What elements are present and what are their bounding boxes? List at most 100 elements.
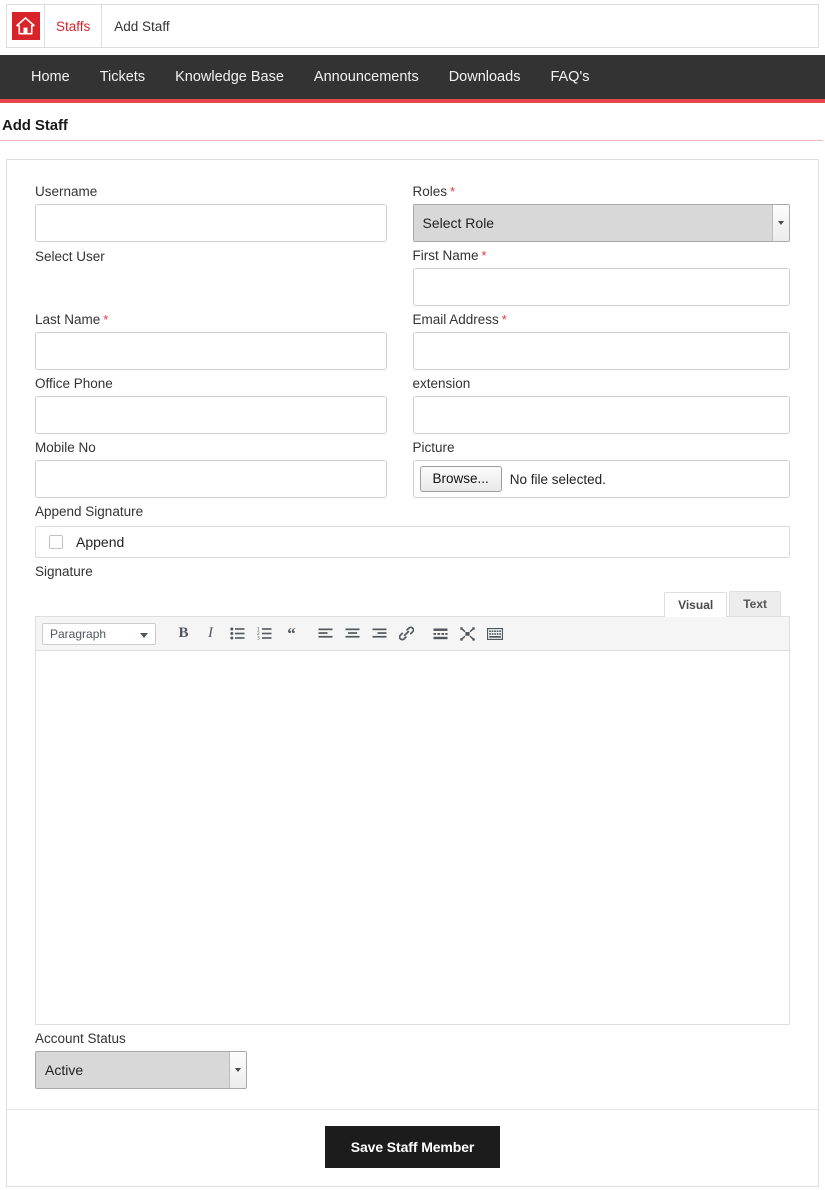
office-phone-label: Office Phone [35, 376, 113, 391]
username-helper-select-user: Select User [35, 249, 105, 264]
append-signature-label: Append Signature [35, 504, 144, 519]
account-status-label: Account Status [35, 1031, 126, 1046]
form-col-right-3: extension [412, 370, 790, 434]
mobile-no-input[interactable] [35, 460, 387, 498]
field-office-phone: Office Phone [35, 370, 387, 434]
field-username: Username Select User [35, 178, 387, 266]
picture-file-status: No file selected. [509, 471, 606, 487]
nav-item-faqs[interactable]: FAQ's [535, 55, 604, 99]
nav-item-tickets[interactable]: Tickets [85, 55, 160, 99]
insert-link-icon[interactable] [393, 622, 420, 646]
fullscreen-icon[interactable] [454, 622, 481, 646]
form-col-right-4: Picture Browse... No file selected. [412, 434, 790, 498]
bold-icon[interactable]: B [170, 622, 197, 646]
username-label: Username [35, 184, 98, 199]
roles-select[interactable]: Select Role [412, 204, 790, 242]
format-select-value: Paragraph [50, 626, 107, 641]
account-status-selected-value: Active [45, 1062, 84, 1078]
form-row-1: Username Select User Roles* Select Role [35, 178, 790, 306]
picture-file-input[interactable]: Browse... No file selected. [412, 460, 790, 498]
append-checkbox-label: Append [76, 534, 125, 550]
first-name-label-text: First Name [412, 248, 479, 263]
add-staff-form-panel: Username Select User Roles* Select Role [6, 159, 819, 1187]
form-col-right-1: Roles * Select Role First Name * [412, 178, 791, 306]
email-address-input[interactable] [412, 332, 790, 370]
append-checkbox[interactable] [49, 535, 63, 549]
align-left-icon[interactable] [312, 622, 339, 646]
form-footer: Save Staff Member [7, 1109, 818, 1186]
breadcrumb-current-add-staff: Add Staff [114, 18, 170, 34]
breadcrumb-link-staffs[interactable]: Staffs [45, 5, 103, 47]
roles-selected-value: Select Role [422, 215, 495, 231]
last-name-label-text: Last Name [35, 312, 101, 327]
roles-label-text: Roles [412, 184, 448, 199]
extension-input[interactable] [412, 396, 790, 434]
first-name-label: First Name * [413, 242, 791, 268]
field-signature: Signature Visual Text Paragraph B I 1 2 … [35, 558, 790, 1025]
home-icon[interactable] [11, 12, 40, 40]
align-center-icon[interactable] [339, 622, 366, 646]
field-extension: extension [412, 370, 790, 434]
align-right-icon[interactable] [366, 622, 393, 646]
breadcrumb-home-cell[interactable] [7, 5, 45, 47]
form-col-left-2: Last Name * [35, 306, 413, 370]
email-address-required-mark: * [501, 312, 507, 327]
first-name-required-mark: * [481, 248, 487, 263]
format-select[interactable]: Paragraph [42, 622, 156, 645]
editor-tab-bar: Visual Text [35, 590, 790, 617]
field-account-status: Account Status Active [35, 1025, 790, 1089]
last-name-input[interactable] [35, 332, 387, 370]
field-roles: Roles * Select Role [412, 178, 791, 242]
field-append-signature: Append Signature Append [35, 498, 790, 558]
roles-label: Roles * [413, 178, 791, 204]
form-row-4: Mobile No Picture Browse... No file sele… [35, 434, 790, 498]
page-title-section: Add Staff [0, 103, 823, 141]
numbered-list-icon[interactable]: 1 2 3 [251, 622, 278, 646]
field-mobile-no: Mobile No [35, 434, 387, 498]
save-staff-member-button[interactable]: Save Staff Member [324, 1126, 501, 1168]
field-email-address: Email Address * [412, 306, 790, 370]
nav-item-announcements[interactable]: Announcements [299, 55, 434, 99]
browse-button[interactable]: Browse... [419, 466, 502, 492]
roles-required-mark: * [450, 184, 456, 199]
form-row-3: Office Phone extension [35, 370, 790, 434]
office-phone-input[interactable] [35, 396, 387, 434]
last-name-required-mark: * [103, 312, 109, 327]
chevron-down-icon[interactable] [229, 1052, 246, 1088]
append-signature-row[interactable]: Append [35, 526, 790, 558]
mobile-no-label: Mobile No [35, 440, 96, 455]
form-col-right-2: Email Address * [412, 306, 790, 370]
first-name-input[interactable] [412, 268, 790, 306]
bulleted-list-icon[interactable] [224, 622, 251, 646]
last-name-label: Last Name * [35, 306, 387, 332]
username-input[interactable] [35, 204, 387, 242]
insert-read-more-icon[interactable] [427, 622, 454, 646]
tab-visual[interactable]: Visual [664, 592, 728, 617]
svg-text:3: 3 [257, 636, 260, 640]
form-col-left-3: Office Phone [35, 370, 413, 434]
blockquote-icon[interactable]: “ [278, 622, 305, 646]
breadcrumb: Staffs Add Staff [6, 4, 819, 48]
account-status-select[interactable]: Active [35, 1051, 247, 1089]
nav-item-knowledge-base[interactable]: Knowledge Base [160, 55, 299, 99]
editor-content-area[interactable] [36, 651, 789, 1024]
form-row-2: Last Name * Email Address * [35, 306, 790, 370]
tab-text[interactable]: Text [729, 591, 781, 616]
editor-box: Paragraph B I 1 2 3 “ [35, 616, 790, 1025]
signature-label: Signature [35, 564, 93, 579]
italic-icon[interactable]: I [197, 622, 224, 646]
toolbar-toggle-icon[interactable] [481, 622, 508, 646]
nav-item-home[interactable]: Home [16, 55, 85, 99]
extension-label: extension [412, 376, 471, 391]
editor-toolbar: Paragraph B I 1 2 3 “ [36, 617, 789, 651]
main-navigation: Home Tickets Knowledge Base Announcement… [0, 55, 825, 103]
form-col-left-1: Username Select User [35, 178, 413, 306]
field-picture: Picture Browse... No file selected. [412, 434, 790, 498]
page-title: Add Staff [2, 117, 68, 134]
signature-editor: Visual Text Paragraph B I 1 2 3 “ [35, 590, 790, 1025]
nav-item-downloads[interactable]: Downloads [434, 55, 536, 99]
chevron-down-icon[interactable] [772, 205, 789, 241]
form-col-left-4: Mobile No [35, 434, 413, 498]
field-last-name: Last Name * [35, 306, 387, 370]
chevron-down-icon [140, 632, 148, 638]
